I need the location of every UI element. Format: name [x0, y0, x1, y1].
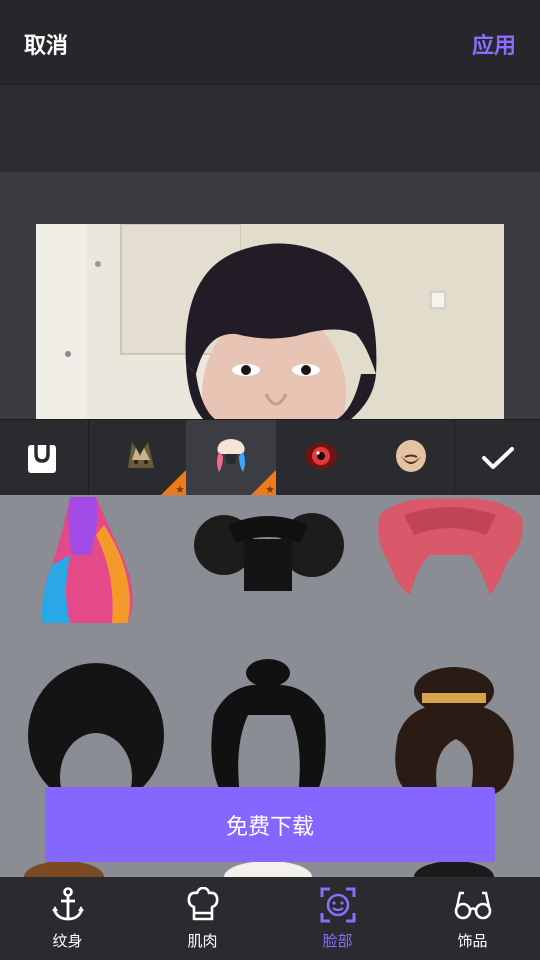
- nav-face[interactable]: 脸部: [270, 877, 405, 960]
- glasses-icon: [454, 891, 491, 920]
- free-download-button[interactable]: 免费下载: [45, 787, 495, 862]
- nav-accessories[interactable]: 饰品: [405, 877, 540, 960]
- sticker-toolbar: ★ ★: [0, 419, 540, 496]
- shopping-bag-icon: [28, 445, 56, 473]
- confirm-button[interactable]: [455, 420, 540, 496]
- sticker-cat-ears[interactable]: ★: [96, 420, 186, 496]
- chef-hat-icon: [187, 887, 218, 921]
- hairstyle-japanese-updo[interactable]: [395, 667, 514, 795]
- premium-badge: ★: [250, 470, 276, 496]
- apply-button[interactable]: 应用: [472, 28, 516, 60]
- nav-tattoo[interactable]: 纹身: [0, 877, 135, 960]
- beard-icon: [396, 440, 426, 472]
- photo-canvas[interactable]: [0, 172, 540, 420]
- premium-badge: ★: [160, 470, 186, 496]
- nav-muscle[interactable]: 肌肉: [135, 877, 270, 960]
- hairstyle-black-long-updo[interactable]: [211, 659, 326, 795]
- nav-label: 脸部: [322, 932, 353, 950]
- red-eye-icon: [305, 443, 337, 469]
- colored-twin-tails-icon: [217, 439, 245, 472]
- nav-label: 肌肉: [187, 932, 218, 950]
- header-spacer: [0, 84, 540, 173]
- hairstyle-black-afro-buns[interactable]: [194, 513, 344, 591]
- top-bar: 取消 应用: [0, 0, 540, 84]
- cat-ears-sticker-icon: [128, 442, 154, 468]
- sticker-beard[interactable]: [366, 420, 456, 496]
- nav-label: 饰品: [457, 932, 488, 950]
- store-tab[interactable]: [0, 420, 90, 496]
- hairstyle-rainbow-ponytail[interactable]: [41, 497, 133, 623]
- face-photo[interactable]: [36, 224, 504, 420]
- anchor-icon: [51, 887, 84, 921]
- sticker-red-eye[interactable]: [276, 420, 366, 496]
- bottom-nav: 纹身 肌肉 脸部 饰品: [0, 877, 540, 960]
- nav-label: 纹身: [52, 932, 83, 950]
- sticker-twin-tails[interactable]: ★: [186, 420, 276, 496]
- face-scan-icon: [320, 887, 355, 923]
- cancel-button[interactable]: 取消: [24, 28, 68, 60]
- checkmark-icon: [482, 447, 514, 469]
- hairstyle-pink-twin-tails[interactable]: [378, 498, 523, 595]
